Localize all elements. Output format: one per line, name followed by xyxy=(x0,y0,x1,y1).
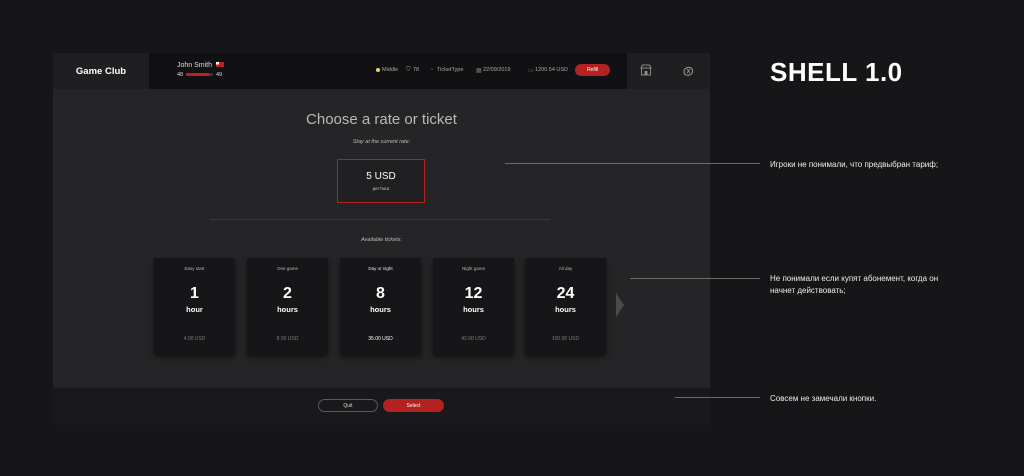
ticket-duration-unit: hours xyxy=(555,305,576,314)
page-title: Choose a rate or ticket xyxy=(306,111,457,128)
ticket-type-label: TicketType xyxy=(437,67,464,73)
balance-label: 1200.54 USD xyxy=(535,67,569,73)
ticket-duration-unit: hour xyxy=(186,305,203,314)
next-arrow-icon[interactable] xyxy=(616,293,624,317)
level-label: Middle xyxy=(382,67,399,73)
health-right-value: 49 xyxy=(216,72,223,78)
brand-logo: Game Club xyxy=(75,65,127,77)
ticket-duration-number: 1 xyxy=(190,285,199,302)
health-left-value: 48 xyxy=(177,72,184,78)
ticket-duration-unit: hours xyxy=(277,305,298,314)
ticket-price: 4.00 USD xyxy=(183,336,206,342)
health-bar-fill xyxy=(186,73,209,76)
points-icon: ⛉ xyxy=(406,67,411,73)
refill-button[interactable]: Refill xyxy=(575,64,610,76)
shop-icon[interactable] xyxy=(640,64,652,76)
annotation-line xyxy=(630,278,760,279)
annotation-line xyxy=(675,397,760,398)
annotation-note: Совсем не замечали кнопки. xyxy=(770,394,877,403)
level-dot-icon xyxy=(376,68,380,72)
flag-icon xyxy=(216,62,224,67)
ticket-price: 42.00 USD xyxy=(461,336,486,342)
ticket-name: Easy start xyxy=(184,266,205,271)
current-rate-value: 5 USD xyxy=(366,171,396,182)
ticket-duration-number: 2 xyxy=(283,285,292,302)
section-divider xyxy=(210,219,550,220)
current-rate-unit: per hour xyxy=(372,186,390,191)
user-name[interactable]: John Smith xyxy=(177,62,212,69)
ticket-name: All day xyxy=(558,266,573,271)
annotation-note: Игроки не понимали, что предвыбран тариф… xyxy=(770,160,939,169)
wallet-icon: ▭ xyxy=(528,68,534,74)
annotation-note: Не понимали если купят абонемент, когда … xyxy=(770,274,939,295)
ticket-icon: ▫ xyxy=(431,67,434,73)
ticket-duration-unit: hours xyxy=(463,305,484,314)
ticket-price: 8.00 USD xyxy=(276,336,299,342)
ticket-price: 35.00 USD xyxy=(368,336,393,342)
ticket-card-selected[interactable]: Day or night 8 hours 35.00 USD xyxy=(340,258,421,354)
ticket-duration-unit: hours xyxy=(370,305,391,314)
annotation-title: SHELL 1.0 xyxy=(770,57,903,87)
ticket-name: Night game xyxy=(461,266,485,271)
ticket-card[interactable]: One game 2 hours 8.00 USD xyxy=(247,258,328,354)
language-icon[interactable] xyxy=(683,66,694,76)
date-label: 22/09/2019 xyxy=(483,67,511,73)
health-bar xyxy=(186,73,213,76)
ticket-duration-number: 8 xyxy=(376,285,385,302)
annotation-line xyxy=(505,163,760,164)
footer-bar xyxy=(53,388,710,425)
available-tickets-label: Available tickets: xyxy=(361,237,402,243)
ticket-card[interactable]: All day 24 hours 100.00 USD xyxy=(525,258,606,354)
calendar-icon: ▦ xyxy=(476,68,482,74)
ticket-card[interactable]: Easy start 1 hour 4.00 USD xyxy=(154,258,235,354)
current-rate-label: Stay at the current rate: xyxy=(352,139,411,145)
ticket-duration-number: 24 xyxy=(556,285,575,302)
ticket-duration-number: 12 xyxy=(464,285,483,302)
ticket-name: Day or night xyxy=(368,266,393,271)
ticket-name: One game xyxy=(276,266,298,271)
ticket-card[interactable]: Night game 12 hours 42.00 USD xyxy=(433,258,514,354)
ticket-price: 100.00 USD xyxy=(551,336,580,342)
points-value: 78 xyxy=(413,67,420,73)
select-button[interactable]: Select xyxy=(383,399,444,412)
quit-button[interactable]: Quit xyxy=(318,399,378,412)
